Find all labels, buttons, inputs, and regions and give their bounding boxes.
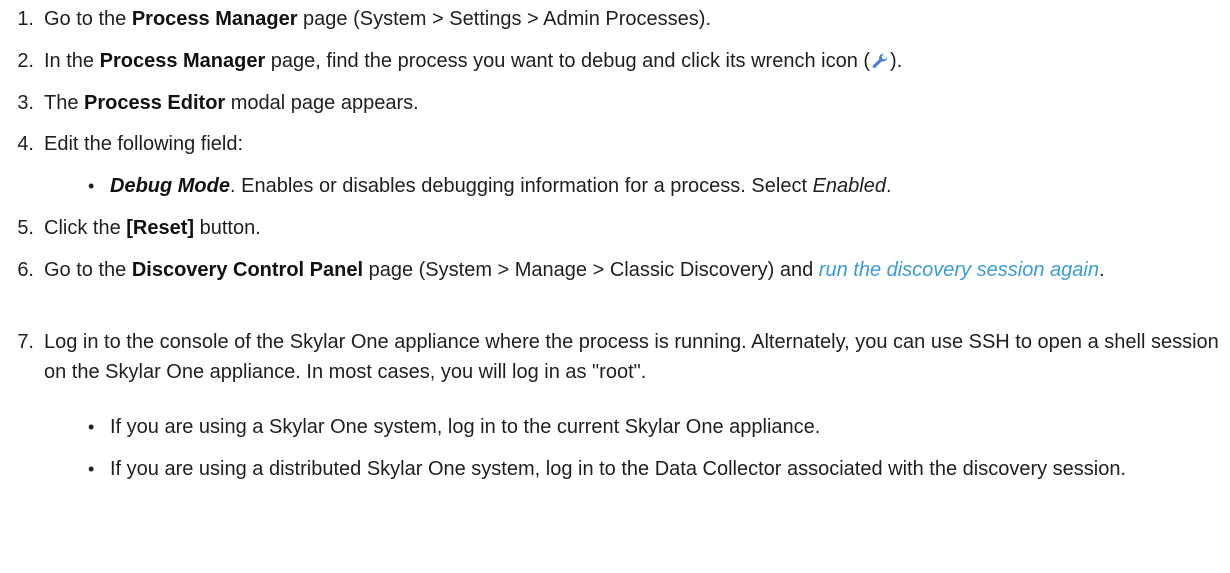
step-text: Edit the following field: <box>44 133 244 155</box>
step-text: The Process Editor modal page appears. <box>44 92 419 114</box>
step-text: Go to the Discovery Control Panel page (… <box>44 259 1105 281</box>
bullet-marker: • <box>88 176 95 196</box>
step-number: 5. <box>17 217 34 239</box>
step-number: 6. <box>17 259 34 281</box>
ui-term: Process Editor <box>84 92 226 114</box>
step-7-bullet-1: • If you are using a Skylar One system, … <box>88 412 1190 442</box>
field-value: Enabled <box>812 175 886 197</box>
step-7-bullet-2: • If you are using a distributed Skylar … <box>88 454 1190 484</box>
step-text: Click the [Reset] button. <box>44 217 261 239</box>
document: 1. Go to the Process Manager page (Syste… <box>0 0 1230 573</box>
step-2: 2. In the Process Manager page, find the… <box>0 46 1219 79</box>
ui-term: Discovery Control Panel <box>131 259 364 281</box>
step-number: 3. <box>17 92 34 114</box>
bullet-marker: • <box>88 417 95 437</box>
step-5: 5. Click the [Reset] button. <box>0 213 1219 243</box>
step-text: Go to the Process Manager page (System >… <box>44 8 712 30</box>
run-discovery-link[interactable]: run the discovery session again <box>819 259 1099 281</box>
step-6: 6. Go to the Discovery Control Panel pag… <box>0 255 1219 285</box>
step-number: 1. <box>17 8 34 30</box>
step-number: 2. <box>17 50 34 72</box>
step-7: 7. Log in to the console of the Skylar O… <box>0 327 1219 387</box>
bullet-marker: • <box>88 459 95 479</box>
ui-term: [Reset] <box>126 217 195 239</box>
bullet-text: If you are using a distributed Skylar On… <box>110 458 1127 480</box>
bullet-text: If you are using a Skylar One system, lo… <box>110 416 821 438</box>
bullet-text: Debug Mode. Enables or disables debuggin… <box>110 175 892 197</box>
step-4-bullet: • Debug Mode. Enables or disables debugg… <box>88 171 1190 201</box>
step-number: 4. <box>17 133 34 155</box>
wrench-icon <box>871 49 889 79</box>
ui-term: Process Manager <box>131 8 298 30</box>
step-3: 3. The Process Editor modal page appears… <box>0 88 1219 118</box>
step-text: In the Process Manager page, find the pr… <box>44 46 1219 79</box>
step-4: 4. Edit the following field: <box>0 129 1219 159</box>
step-number: 7. <box>17 331 34 353</box>
step-1: 1. Go to the Process Manager page (Syste… <box>0 4 1219 34</box>
field-name: Debug Mode <box>110 175 230 197</box>
ui-term: Process Manager <box>99 50 266 72</box>
step-text: Log in to the console of the Skylar One … <box>44 331 1219 383</box>
